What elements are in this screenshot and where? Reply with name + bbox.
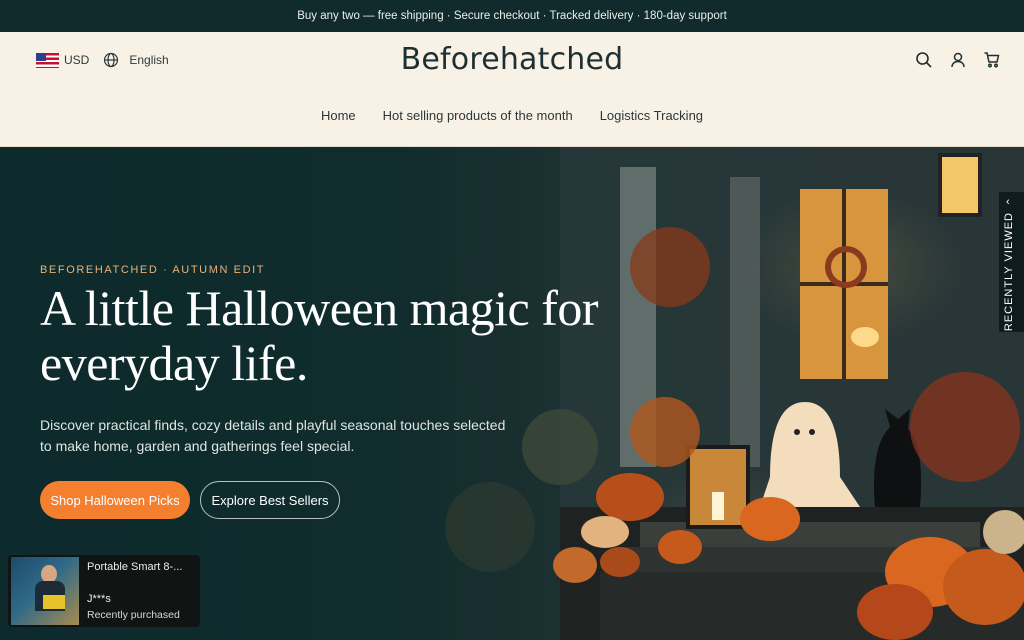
nav-hot-selling[interactable]: Hot selling products of the month	[383, 108, 573, 123]
shop-halloween-button[interactable]: Shop Halloween Picks	[40, 481, 190, 519]
user-icon[interactable]	[948, 50, 968, 70]
site-header: USD English Beforehatched Home Hot selli…	[0, 32, 1024, 147]
hero-description: Discover practical finds, cozy details a…	[40, 417, 506, 454]
chevron-left-icon: ‹	[1006, 196, 1010, 208]
toast-product-name: Portable Smart 8-...	[87, 561, 183, 573]
hero-title: A little Halloween magic for everyday li…	[40, 280, 599, 391]
header-icons	[914, 50, 1002, 70]
announcement-bar: Buy any two — free shipping · Secure che…	[0, 0, 1024, 32]
cart-icon[interactable]	[982, 50, 1002, 70]
product-thumbnail	[11, 557, 79, 625]
nav-logistics-tracking[interactable]: Logistics Tracking	[600, 108, 703, 123]
brand-logo[interactable]: Beforehatched	[0, 42, 1024, 77]
announcement-text: Buy any two — free shipping · Secure che…	[297, 10, 727, 22]
toast-buyer: J***s	[87, 593, 111, 605]
toast-status: Recently purchased	[87, 609, 180, 621]
main-nav: Home Hot selling products of the month L…	[0, 108, 1024, 123]
nav-home[interactable]: Home	[321, 108, 356, 123]
explore-best-sellers-button[interactable]: Explore Best Sellers	[200, 481, 340, 519]
recently-viewed-tab[interactable]: ‹ RECENTLY VIEWED	[999, 192, 1024, 332]
hero-eyebrow: BEFOREHATCHED · AUTUMN EDIT	[40, 264, 266, 276]
purchase-notification[interactable]: Portable Smart 8-... J***s Recently purc…	[8, 555, 200, 627]
recently-viewed-label: RECENTLY VIEWED	[1003, 212, 1015, 332]
search-icon[interactable]	[914, 50, 934, 70]
